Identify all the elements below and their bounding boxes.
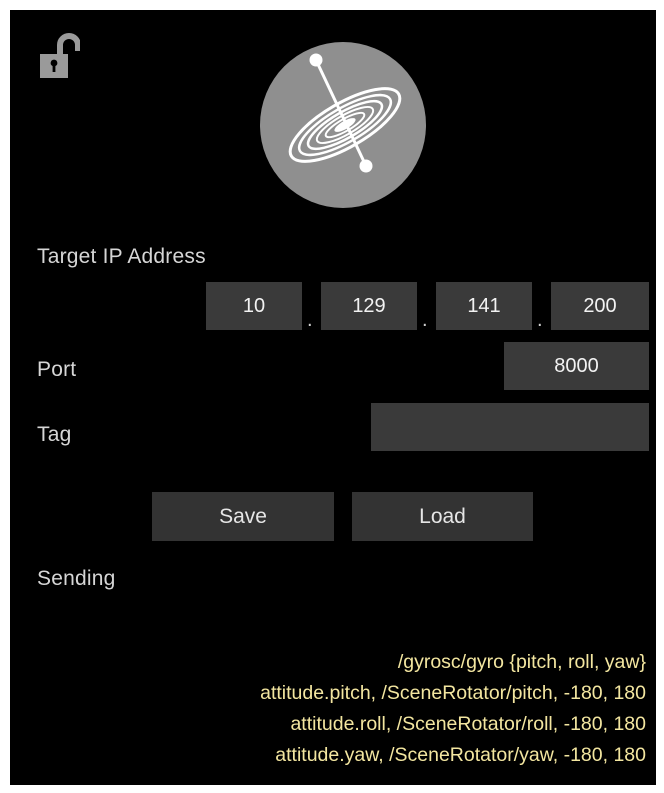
mapping-line: attitude.roll, /SceneRotator/roll, -180,… <box>290 713 646 735</box>
load-button[interactable]: Load <box>352 492 533 541</box>
port-field[interactable]: 8000 <box>504 342 649 390</box>
ip-octet-1-field[interactable]: 10 <box>206 282 302 330</box>
gyro-orbit-logo-icon <box>260 42 426 208</box>
osc-mapping-list: /gyrosc/gyro {pitch, roll, yaw} attitude… <box>260 647 646 771</box>
ip-octet-3-field[interactable]: 141 <box>436 282 532 330</box>
tag-field[interactable] <box>371 403 649 451</box>
target-ip-label: Target IP Address <box>37 245 206 268</box>
sending-status-label: Sending <box>37 567 116 590</box>
mapping-line: attitude.pitch, /SceneRotator/pitch, -18… <box>260 682 646 704</box>
ip-octet-4-field[interactable]: 200 <box>551 282 649 330</box>
save-button[interactable]: Save <box>152 492 334 541</box>
tag-label: Tag <box>37 423 72 446</box>
unlocked-padlock-icon[interactable] <box>38 32 81 80</box>
port-label: Port <box>37 358 77 381</box>
mapping-line: attitude.yaw, /SceneRotator/yaw, -180, 1… <box>275 744 646 766</box>
ip-separator: . <box>537 309 543 331</box>
ip-separator: . <box>307 309 313 331</box>
ip-octet-2-field[interactable]: 129 <box>321 282 417 330</box>
top-border <box>0 0 664 10</box>
app-screen: Target IP Address 10 . 129 . 141 . 200 P… <box>10 10 656 785</box>
mapping-line: /gyrosc/gyro {pitch, roll, yaw} <box>397 651 646 673</box>
ip-separator: . <box>422 309 428 331</box>
